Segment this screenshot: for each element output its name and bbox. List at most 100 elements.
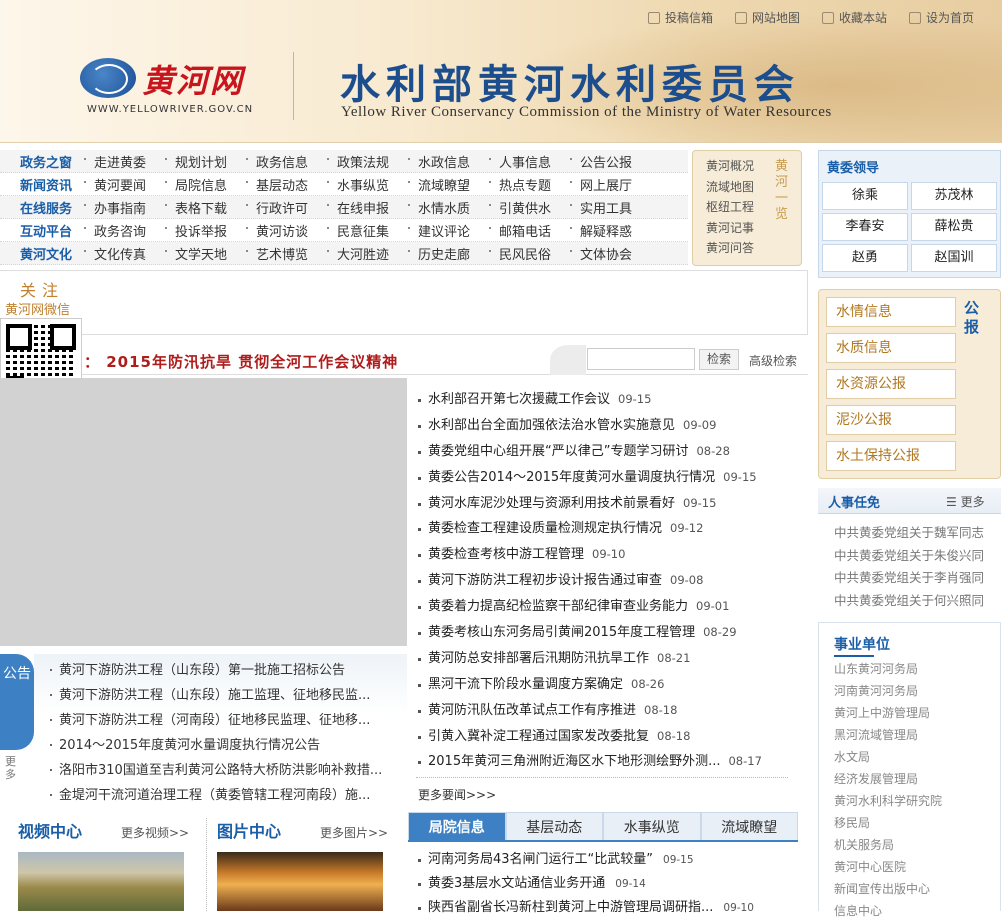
notice-item[interactable]: 黄河下游防洪工程（山东段）第一批施工招标公告 — [50, 658, 390, 683]
news-title[interactable]: 黄委着力提高纪检监察干部纪律审查业务能力 — [428, 599, 688, 614]
nav-item[interactable]: 政策法规 — [325, 152, 406, 171]
nav-item[interactable]: 艺术博览 — [244, 244, 325, 263]
slideshow-image[interactable] — [0, 378, 407, 646]
nav-item[interactable]: 政务咨询 — [82, 221, 163, 240]
site-logo-text[interactable]: 黄河网 — [142, 56, 244, 102]
unit-link[interactable]: 黄河中心医院 — [834, 856, 994, 878]
news-item[interactable]: 黄委检查工程建设质量检测规定执行情况 09-12 — [416, 516, 791, 542]
news-title[interactable]: 黄河下游防洪工程初步设计报告通过审查 — [428, 573, 662, 588]
nav-item[interactable]: 水政信息 — [406, 152, 487, 171]
news-item[interactable]: 黑河干流下阶段水量调度方案确定 08-26 — [416, 672, 791, 698]
news-item[interactable]: 水利部召开第七次援藏工作会议 09-15 — [416, 387, 791, 413]
tab-news-title[interactable]: 陕西省副省长冯新柱到黄河上中游管理局调研指... — [428, 900, 713, 915]
bulletin-link[interactable]: 水质信息 — [826, 333, 956, 363]
nav-item[interactable]: 人事信息 — [487, 152, 568, 171]
photo-center-title[interactable]: 图片中心 — [217, 818, 281, 842]
news-item[interactable]: 水利部出台全面加强依法治水管水实施意见 09-09 — [416, 413, 791, 439]
nav-item[interactable]: 流域瞭望 — [406, 175, 487, 194]
more-photos-link[interactable]: 更多图片>> — [320, 824, 388, 841]
news-item[interactable]: 黄河防汛队伍改革试点工作有序推进 08-18 — [416, 698, 791, 724]
nav-item[interactable]: 走进黄委 — [82, 152, 163, 171]
nav-item[interactable]: 热点专题 — [487, 175, 568, 194]
nav-item[interactable]: 文体协会 — [568, 244, 649, 263]
news-title[interactable]: 黄委检查考核中游工程管理 — [428, 547, 584, 562]
unit-link[interactable]: 水文局 — [834, 746, 994, 768]
unit-link[interactable]: 山东黄河河务局 — [834, 658, 994, 680]
news-tab[interactable]: 局院信息 — [408, 812, 506, 840]
news-title[interactable]: 黑河干流下阶段水量调度方案确定 — [428, 677, 623, 692]
news-item[interactable]: 2015年黄河三角洲附近海区水下地形测绘野外测... 08-17 — [416, 749, 791, 775]
overview-link[interactable]: 黄河概况 — [706, 156, 754, 177]
nav-item[interactable]: 邮箱电话 — [487, 221, 568, 240]
topic-banner-text[interactable]: ： 2015年防汛抗旱 贯彻全河工作会议精神 — [84, 351, 398, 372]
globe-logo-icon[interactable] — [80, 58, 136, 98]
personnel-more-link[interactable]: ☰ 更多 — [946, 493, 985, 510]
nav-item[interactable]: 基层动态 — [244, 175, 325, 194]
nav-item[interactable]: 网上展厅 — [568, 175, 649, 194]
overview-link[interactable]: 枢纽工程 — [706, 197, 754, 218]
nav-item[interactable]: 局院信息 — [163, 175, 244, 194]
tab-news-item[interactable]: 黄委3基层水文站通信业务开通 09-14 — [416, 872, 796, 896]
nav-item[interactable]: 水事纵览 — [325, 175, 406, 194]
nav-item[interactable]: 文化传真 — [82, 244, 163, 263]
personnel-item[interactable]: 中共黄委党组关于朱俊兴同 — [834, 545, 994, 568]
unit-link[interactable]: 经济发展管理局 — [834, 768, 994, 790]
nav-category[interactable]: 黄河文化 — [0, 244, 82, 263]
news-title[interactable]: 水利部出台全面加强依法治水管水实施意见 — [428, 418, 675, 433]
news-item[interactable]: 黄河水库泥沙处理与资源利用技术前景看好 09-15 — [416, 491, 791, 517]
tab-news-item[interactable]: 河南河务局43名闸门运行工“比武较量” 09-15 — [416, 848, 796, 872]
unit-link[interactable]: 机关服务局 — [834, 834, 994, 856]
news-tab[interactable]: 水事纵览 — [603, 812, 701, 840]
leader-name[interactable]: 徐乘 — [822, 182, 908, 210]
news-title[interactable]: 水利部召开第七次援藏工作会议 — [428, 392, 610, 407]
news-title[interactable]: 黄委检查工程建设质量检测规定执行情况 — [428, 521, 662, 536]
nav-item[interactable]: 建议评论 — [406, 221, 487, 240]
news-title[interactable]: 黄河防汛队伍改革试点工作有序推进 — [428, 703, 636, 718]
nav-category[interactable]: 新闻资讯 — [0, 175, 82, 194]
nav-item[interactable]: 引黄供水 — [487, 198, 568, 217]
overview-link[interactable]: 流域地图 — [706, 177, 754, 198]
unit-link[interactable]: 河南黄河河务局 — [834, 680, 994, 702]
nav-item[interactable]: 表格下载 — [163, 198, 244, 217]
personnel-item[interactable]: 中共黄委党组关于何兴照同 — [834, 590, 994, 613]
more-news-link[interactable]: 更多要闻>>> — [418, 786, 496, 803]
news-title[interactable]: 2015年黄河三角洲附近海区水下地形测绘野外测... — [428, 754, 720, 769]
news-item[interactable]: 黄委公告2014～2015年度黄河水量调度执行情况 09-15 — [416, 465, 791, 491]
nav-item[interactable]: 水情水质 — [406, 198, 487, 217]
nav-item[interactable]: 大河胜迹 — [325, 244, 406, 263]
leader-name[interactable]: 李春安 — [822, 213, 908, 241]
nav-item[interactable]: 黄河访谈 — [244, 221, 325, 240]
notice-more-link[interactable]: 更多 — [5, 755, 23, 781]
leader-name[interactable]: 薛松贵 — [911, 213, 997, 241]
nav-item[interactable]: 政务信息 — [244, 152, 325, 171]
news-item[interactable]: 黄委考核山东河务局引黄闸2015年度工程管理 08-29 — [416, 620, 791, 646]
unit-link[interactable]: 新闻宣传出版中心 — [834, 878, 994, 900]
nav-category[interactable]: 互动平台 — [0, 221, 82, 240]
leader-name[interactable]: 赵勇 — [822, 244, 908, 272]
leader-name[interactable]: 苏茂林 — [911, 182, 997, 210]
video-thumbnail[interactable] — [18, 852, 184, 911]
news-title[interactable]: 黄委考核山东河务局引黄闸2015年度工程管理 — [428, 625, 695, 640]
more-videos-link[interactable]: 更多视频>> — [121, 824, 189, 841]
news-item[interactable]: 引黄入冀补淀工程通过国家发改委批复 08-18 — [416, 724, 791, 750]
tab-news-item[interactable]: 陕西省副省长冯新柱到黄河上中游管理局调研指... 09-10 — [416, 896, 796, 920]
unit-link[interactable]: 黄河上中游管理局 — [834, 702, 994, 724]
news-item[interactable]: 黄委党组中心组开展“严以律己”专题学习研讨 08-28 — [416, 439, 791, 465]
tab-news-title[interactable]: 黄委3基层水文站通信业务开通 — [428, 876, 605, 891]
nav-item[interactable]: 历史走廊 — [406, 244, 487, 263]
notice-item[interactable]: 黄河下游防洪工程（河南段）征地移民监理、征地移... — [50, 708, 390, 733]
news-item[interactable]: 黄河下游防洪工程初步设计报告通过审查 09-08 — [416, 568, 791, 594]
nav-item[interactable]: 文学天地 — [163, 244, 244, 263]
nav-item[interactable]: 在线申报 — [325, 198, 406, 217]
news-item[interactable]: 黄河防总安排部署后汛期防汛抗旱工作 08-21 — [416, 646, 791, 672]
search-button[interactable]: 检索 — [699, 349, 739, 370]
nav-item[interactable]: 民风民俗 — [487, 244, 568, 263]
news-tab[interactable]: 流域瞭望 — [700, 812, 798, 840]
personnel-item[interactable]: 中共黄委党组关于魏军同志 — [834, 522, 994, 545]
news-title[interactable]: 黄委党组中心组开展“严以律己”专题学习研讨 — [428, 444, 688, 459]
nav-category[interactable]: 在线服务 — [0, 198, 82, 217]
news-item[interactable]: 黄委检查考核中游工程管理 09-10 — [416, 542, 791, 568]
notice-item[interactable]: 黄河下游防洪工程（山东段）施工监理、征地移民监... — [50, 683, 390, 708]
top-link-mailbox[interactable]: 投稿信箱 — [647, 9, 713, 26]
news-title[interactable]: 黄河防总安排部署后汛期防汛抗旱工作 — [428, 651, 649, 666]
